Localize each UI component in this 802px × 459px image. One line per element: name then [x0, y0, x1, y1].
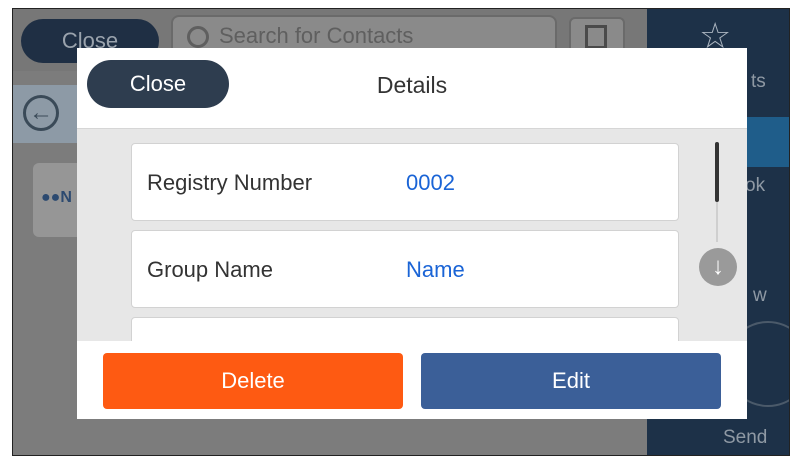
edit-button[interactable]: Edit — [421, 353, 721, 409]
detail-row-group-name: Group Name Name — [131, 230, 679, 308]
background-right-label-2: ok — [745, 175, 766, 196]
screen-frame: Close Search for Contacts ← ●●N ☆ ts ok … — [12, 8, 790, 456]
delete-button[interactable]: Delete — [103, 353, 403, 409]
search-icon — [187, 26, 209, 48]
dialog-body[interactable]: Registry Number 0002 Group Name Name — [77, 129, 747, 341]
scroll-down-icon[interactable]: ↓ — [699, 248, 737, 286]
detail-row-label: Group Name — [147, 257, 273, 282]
back-arrow-icon: ← — [23, 95, 59, 131]
background-right-label-1: ts — [751, 71, 766, 92]
dialog-title: Details — [376, 72, 448, 98]
dialog-header: Close Details — [77, 48, 747, 129]
detail-row-label: Registry Number — [147, 170, 313, 195]
close-button[interactable]: Close — [87, 60, 229, 108]
people-icon: ●● — [41, 189, 61, 206]
scrollbar-track — [716, 202, 718, 242]
scrollbar[interactable] — [715, 142, 721, 242]
background-tile-label: N — [60, 189, 72, 206]
detail-row-registry-number: Registry Number 0002 — [131, 143, 679, 221]
scrollbar-thumb[interactable] — [715, 142, 719, 202]
details-dialog: Close Details Registry Number 0002 Group… — [77, 48, 747, 419]
contact-card-icon — [585, 25, 607, 49]
detail-row-value: 0002 — [406, 170, 455, 195]
dialog-footer: Delete Edit — [77, 341, 747, 419]
detail-row-partial — [131, 317, 679, 341]
background-right-label-3: w — [753, 285, 767, 306]
background-send-label: Send — [723, 427, 768, 448]
detail-row-value: Name — [406, 257, 465, 282]
background-search-placeholder: Search for Contacts — [219, 23, 414, 48]
